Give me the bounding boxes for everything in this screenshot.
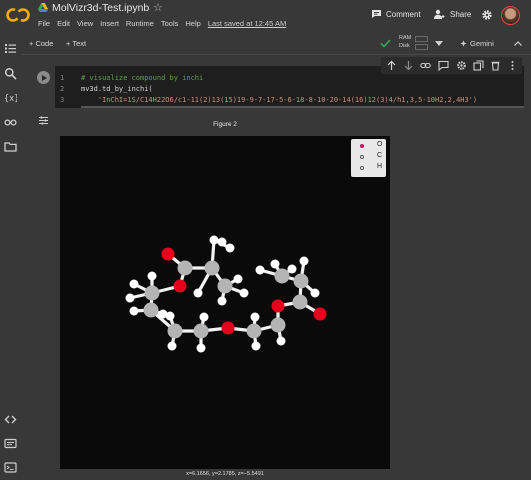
command-palette-icon[interactable] (4, 437, 17, 450)
mirror-cell-icon[interactable] (473, 60, 484, 71)
element-legend: O C H (351, 139, 386, 177)
molecule-render[interactable] (60, 136, 390, 469)
connected-check-icon (380, 39, 391, 48)
disk-bar (415, 44, 428, 50)
line-number: 1 (60, 74, 65, 82)
search-icon[interactable] (4, 67, 17, 80)
legend-marker (360, 155, 364, 159)
line-number: 3 (60, 96, 65, 104)
drive-icon (38, 3, 48, 12)
move-down-arrow-icon[interactable] (403, 60, 414, 71)
add-code-button[interactable]: + Code (29, 39, 53, 48)
comment-label: Comment (386, 9, 421, 19)
molecule-3d-viewer[interactable]: O C H (60, 136, 390, 469)
colab-window: MolVizr3d-Test.ipynb ☆ File Edit View In… (0, 0, 531, 480)
menu-view[interactable]: View (77, 19, 93, 31)
comment-cell-icon[interactable] (438, 60, 449, 71)
run-cell-button[interactable] (37, 71, 50, 84)
legend-label: C (377, 152, 383, 159)
gemini-button[interactable]: Gemini (470, 39, 494, 48)
legend-item-carbon: C (355, 152, 385, 162)
delete-trash-icon[interactable] (490, 60, 501, 71)
menu-file[interactable]: File (38, 19, 50, 31)
cell-scrollbar[interactable] (81, 106, 524, 108)
svg-text:{x}: {x} (4, 94, 17, 104)
colab-logo-icon[interactable] (6, 7, 30, 23)
resources-indicator[interactable]: RAM Disk (398, 35, 434, 53)
legend-label: O (377, 141, 383, 148)
table-of-contents-icon[interactable] (4, 42, 17, 55)
code-line-call[interactable]: mv3d.td_by_inchi( (81, 85, 153, 93)
code-line-comment[interactable]: # visualize compound by inchi (81, 74, 203, 82)
header: MolVizr3d-Test.ipynb ☆ File Edit View In… (0, 0, 531, 33)
menu-runtime[interactable]: Runtime (126, 19, 154, 31)
cell-gutter (33, 66, 55, 108)
legend-item-oxygen: O (355, 141, 385, 151)
figure-title: Figure 2 (213, 121, 237, 128)
runtime-dropdown-chevron-icon[interactable] (435, 41, 443, 46)
share-people-icon (434, 9, 445, 19)
code-line-inchi-string[interactable]: 'InChI=1S/C14H22O6/c1-11(2)13(15)19-9-7-… (81, 96, 477, 104)
notebook-toolbar: + Code + Text RAM Disk Gemini (22, 33, 531, 55)
link-icon[interactable] (420, 60, 431, 71)
disk-label: Disk (399, 43, 410, 49)
ram-bar (415, 36, 428, 42)
toolbar-divider (22, 54, 531, 55)
collapse-chevron-icon[interactable] (514, 41, 522, 46)
legend-label: H (377, 163, 383, 170)
files-folder-icon[interactable] (4, 140, 17, 153)
cell-settings-gear-icon[interactable] (456, 60, 467, 71)
legend-marker (360, 166, 364, 170)
left-rail: {x} (0, 33, 22, 480)
menu-edit[interactable]: Edit (57, 19, 70, 31)
menu-help[interactable]: Help (185, 19, 200, 31)
gemini-spark-icon (460, 40, 467, 47)
menu-bar: File Edit View Insert Runtime Tools Help… (38, 19, 293, 31)
secrets-key-icon[interactable] (4, 116, 17, 129)
legend-marker (360, 144, 364, 148)
more-options-icon[interactable] (507, 60, 518, 71)
atoms (125, 235, 327, 353)
avatar[interactable] (501, 6, 520, 25)
last-saved-link[interactable]: Last saved at 12:45 AM (208, 19, 286, 31)
terminal-icon[interactable] (4, 461, 17, 474)
star-icon[interactable]: ☆ (153, 1, 163, 14)
cell-toolbar (381, 57, 522, 74)
line-number: 2 (60, 85, 65, 93)
settings-gear-icon[interactable] (481, 9, 493, 21)
notebook-title[interactable]: MolVizr3d-Test.ipynb (52, 2, 149, 14)
legend-item-hydrogen: H (355, 163, 385, 173)
cursor-coordinates-readout: x=6.1656, y=2.1785, z=−5.5491 (186, 471, 264, 477)
share-label: Share (450, 9, 472, 19)
code-snippets-icon[interactable] (4, 413, 17, 426)
add-text-button[interactable]: + Text (66, 39, 86, 48)
output-settings-icon[interactable] (38, 115, 49, 126)
menu-insert[interactable]: Insert (100, 19, 119, 31)
comment-icon (372, 10, 381, 18)
share-button[interactable]: Share (434, 9, 471, 19)
menu-tools[interactable]: Tools (161, 19, 179, 31)
move-up-arrow-icon[interactable] (386, 60, 397, 71)
variables-icon[interactable]: {x} (4, 91, 17, 104)
ram-label: RAM (399, 35, 412, 41)
comment-button[interactable]: Comment (371, 9, 421, 19)
